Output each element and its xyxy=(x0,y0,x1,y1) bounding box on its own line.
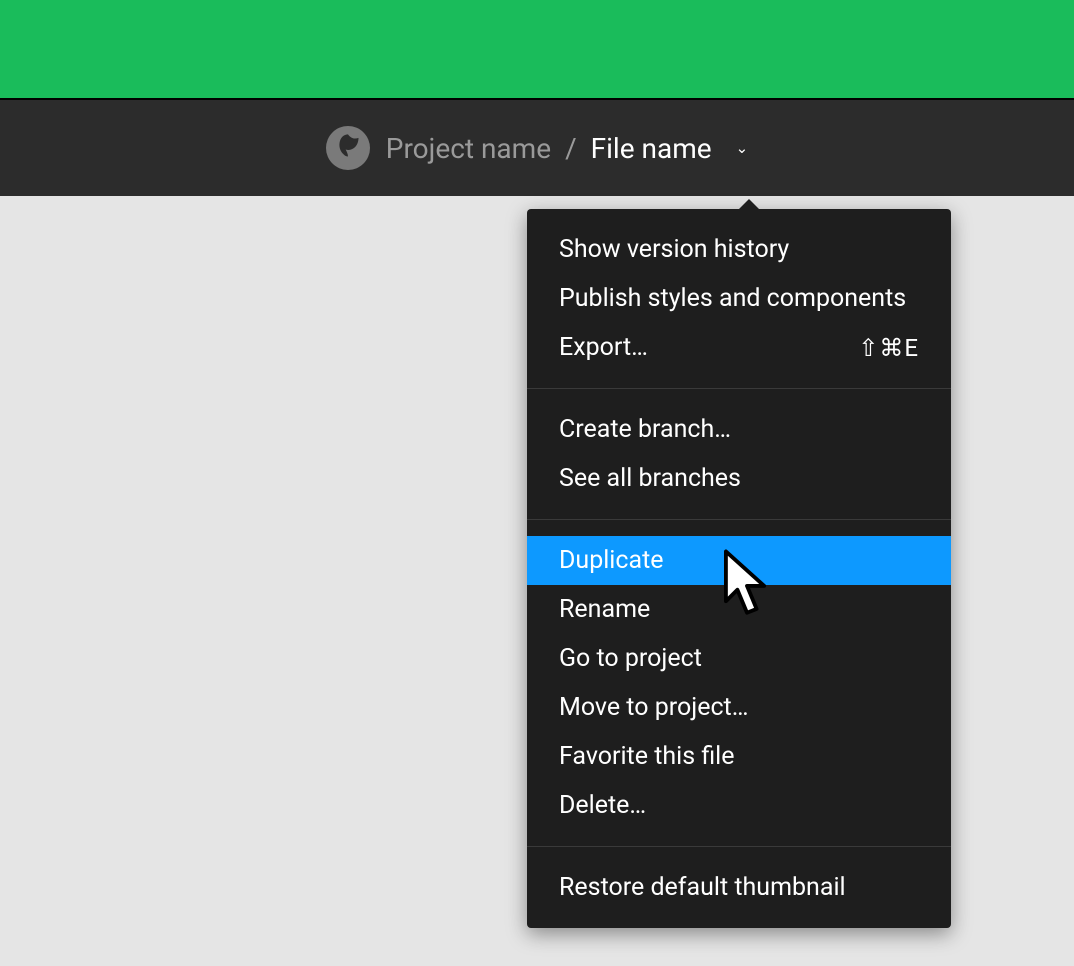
menu-divider xyxy=(527,519,951,520)
menu-item-label: Move to project… xyxy=(559,693,748,722)
header-bar: Project name / File name ⌄ xyxy=(0,98,1074,196)
menu-item-restore-default-thumbnail[interactable]: Restore default thumbnail xyxy=(527,863,951,912)
menu-item-delete[interactable]: Delete… xyxy=(527,781,951,830)
menu-item-label: Go to project xyxy=(559,644,702,673)
menu-divider xyxy=(527,388,951,389)
breadcrumb: Project name / File name ⌄ xyxy=(386,132,748,165)
menu-item-publish-styles[interactable]: Publish styles and components xyxy=(527,274,951,323)
menu-item-label: Restore default thumbnail xyxy=(559,873,846,902)
menu-item-show-version-history[interactable]: Show version history xyxy=(527,225,951,274)
menu-item-label: Create branch… xyxy=(559,415,731,444)
leaf-icon xyxy=(334,132,362,164)
menu-item-label: See all branches xyxy=(559,464,741,493)
file-menu-dropdown: Show version history Publish styles and … xyxy=(527,209,951,928)
menu-item-label: Delete… xyxy=(559,791,646,820)
menu-item-label: Publish styles and components xyxy=(559,284,906,313)
project-name[interactable]: Project name xyxy=(386,132,551,165)
top-banner xyxy=(0,0,1074,98)
menu-item-label: Show version history xyxy=(559,235,789,264)
menu-item-see-all-branches[interactable]: See all branches xyxy=(527,454,951,503)
menu-item-label: Favorite this file xyxy=(559,742,735,771)
menu-item-go-to-project[interactable]: Go to project xyxy=(527,634,951,683)
menu-divider xyxy=(527,846,951,847)
menu-item-rename[interactable]: Rename xyxy=(527,585,951,634)
team-avatar[interactable] xyxy=(326,126,370,170)
menu-item-duplicate[interactable]: Duplicate xyxy=(527,536,951,585)
menu-item-create-branch[interactable]: Create branch… xyxy=(527,405,951,454)
menu-item-move-to-project[interactable]: Move to project… xyxy=(527,683,951,732)
menu-item-export[interactable]: Export… ⇧⌘E xyxy=(527,323,951,372)
chevron-down-icon[interactable]: ⌄ xyxy=(736,139,749,157)
menu-item-label: Export… xyxy=(559,333,648,362)
menu-item-favorite-this-file[interactable]: Favorite this file xyxy=(527,732,951,781)
menu-item-shortcut: ⇧⌘E xyxy=(858,334,919,362)
file-name[interactable]: File name xyxy=(591,132,712,165)
menu-item-label: Duplicate xyxy=(559,546,664,575)
menu-item-label: Rename xyxy=(559,595,650,624)
breadcrumb-separator: / xyxy=(565,132,577,165)
